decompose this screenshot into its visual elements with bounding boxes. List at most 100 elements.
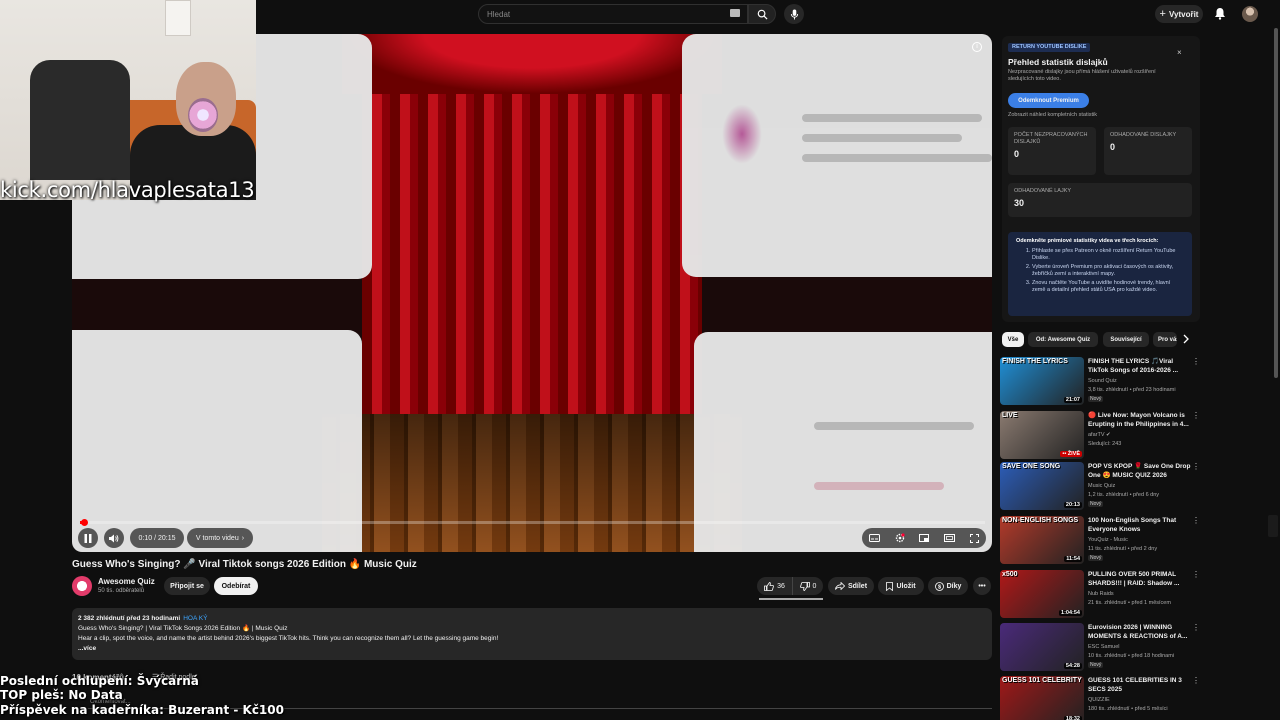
recommendation-item[interactable]: x500 1:04:54 PULLING OVER 500 PRIMAL SHARD… — [1000, 570, 1206, 620]
chip-from-channel[interactable]: Od: Awesome Quiz — [1028, 332, 1098, 347]
recommendation-item[interactable]: 54:28 Eurovision 2026 | WINNING MOMENTS &… — [1000, 623, 1206, 673]
extension-widget-icon[interactable] — [1268, 515, 1278, 537]
chevron-right-icon: › — [241, 534, 245, 542]
subscribe-button[interactable]: Odebírat — [214, 577, 258, 595]
more-vertical-icon[interactable]: ⋮ — [1192, 357, 1200, 366]
create-button[interactable]: + Vytvořit — [1155, 5, 1203, 23]
more-vertical-icon[interactable]: ⋮ — [1192, 676, 1200, 685]
recommendation-title[interactable]: Eurovision 2026 | WINNING MOMENTS & REAC… — [1088, 623, 1192, 641]
microphone-icon — [790, 9, 798, 19]
dislike-button[interactable]: 0 — [793, 577, 823, 595]
video-thumbnail[interactable]: NON-ENGLISH SONGS 11:54 — [1000, 516, 1084, 564]
new-badge: Nový — [1088, 396, 1104, 402]
recommendation-title[interactable]: 100 Non-English Songs That Everyone Know… — [1088, 516, 1192, 534]
thanks-button[interactable]: $ Díky — [928, 577, 968, 595]
more-vertical-icon[interactable]: ⋮ — [1192, 411, 1200, 420]
close-icon[interactable]: × — [1177, 48, 1182, 57]
like-button[interactable]: 36 — [757, 577, 793, 595]
more-vertical-icon[interactable]: ⋮ — [1192, 623, 1200, 632]
more-vertical-icon[interactable]: ⋮ — [1192, 516, 1200, 525]
pause-button[interactable] — [78, 528, 98, 548]
keyboard-icon[interactable] — [730, 9, 740, 17]
recommendation-item[interactable]: SAVE ONE SONG 20:13 POP VS KPOP 🌹 Save One… — [1000, 462, 1206, 512]
unlock-premium-button[interactable]: Odemknout Premium — [1008, 93, 1089, 108]
recommendation-title[interactable]: POP VS KPOP 🌹 Save One Drop One 😍 MUSIC … — [1088, 462, 1192, 480]
save-button[interactable]: Uložit — [878, 577, 924, 595]
progress-bar[interactable] — [80, 521, 985, 524]
chip-related[interactable]: Související — [1103, 332, 1149, 347]
preview-stats-link[interactable]: Zobrazit náhled kompletních statistik — [1008, 112, 1097, 118]
recommendation-title[interactable]: GUESS 101 CELEBRITIES IN 3 SECS 2025 — [1088, 676, 1192, 694]
join-button[interactable]: Připojit se — [164, 577, 210, 595]
theater-mode-icon[interactable] — [944, 534, 956, 542]
duration-badge: 11:54 — [1064, 556, 1082, 562]
chevron-right-icon[interactable] — [1182, 334, 1190, 344]
recommendation-channel[interactable]: Nub Raids — [1088, 591, 1114, 597]
time-text: 0:10 / 20:15 — [138, 534, 176, 542]
recommendation-channel[interactable]: QUIZZIE — [1088, 697, 1110, 703]
video-thumbnail[interactable]: SAVE ONE SONG 20:13 — [1000, 462, 1084, 510]
description-more-link[interactable]: ...více — [78, 644, 986, 654]
recommendation-item[interactable]: FINISH THE LYRICS 21:07 FINISH THE LYRICS … — [1000, 357, 1206, 407]
recommendation-meta: 11 tis. zhlédnutí • před 2 dny — [1088, 546, 1158, 552]
super-thanks-icon: $ — [934, 581, 944, 591]
recommendation-meta: 10 tis. zhlédnutí • před 18 hodinami — [1088, 653, 1175, 659]
stat-value: 0 — [1110, 142, 1116, 152]
recommendation-item[interactable]: LIVE •• ŽIVĚ 🔴 Live Now: Mayon Volcano is … — [1000, 411, 1206, 461]
recommendation-title[interactable]: PULLING OVER 500 PRIMAL SHARDS!!! | RAID… — [1088, 570, 1192, 588]
info-icon[interactable]: i — [972, 42, 982, 52]
user-avatar[interactable] — [1242, 6, 1258, 22]
recommendation-title[interactable]: 🔴 Live Now: Mayon Volcano is Erupting in… — [1088, 411, 1192, 429]
stat-raw-dislikes: POČET NEZPRACOVANÝCH DISLAJKŮ 0 — [1008, 127, 1096, 175]
stat-estimated-likes: ODHADOVANÉ LAJKY 30 — [1008, 183, 1192, 217]
bookmark-icon — [886, 581, 894, 591]
recommendation-channel[interactable]: afarTV ✔ — [1088, 432, 1111, 438]
recommendation-channel[interactable]: YouQuiz - Music — [1088, 537, 1128, 543]
save-label: Uložit — [896, 582, 916, 590]
recommendation-channel[interactable]: ESC Samuel — [1088, 644, 1120, 650]
more-vertical-icon[interactable]: ⋮ — [1192, 570, 1200, 579]
thumbnail-text: SAVE ONE SONG — [1002, 463, 1061, 470]
chip-all[interactable]: Vše — [1002, 332, 1024, 347]
voice-search-button[interactable] — [784, 4, 804, 24]
recommendation-meta: 1,2 tis. zhlédnutí • před 6 dny — [1088, 492, 1160, 498]
more-vertical-icon[interactable]: ⋮ — [1192, 462, 1200, 471]
settings-icon[interactable] — [895, 533, 905, 543]
stat-label: ODHADOVANÉ DISLAJKY — [1110, 132, 1177, 138]
video-thumbnail[interactable]: GUESS 101 CELEBRITY 18:32 — [1000, 676, 1084, 720]
step-item: Přihlaste se přes Patreon v okně rozšíře… — [1032, 248, 1184, 262]
fullscreen-icon[interactable] — [969, 533, 979, 543]
video-thumbnail[interactable]: LIVE •• ŽIVĚ — [1000, 411, 1084, 459]
share-button[interactable]: Sdílet — [828, 577, 874, 595]
recommendation-item[interactable]: NON-ENGLISH SONGS 11:54 100 Non-English So… — [1000, 516, 1206, 566]
chapter-button[interactable]: V tomto videu › — [187, 528, 253, 548]
stage-valance — [342, 34, 722, 94]
channel-name[interactable]: Awesome Quiz — [98, 577, 155, 586]
progress-scrubber[interactable] — [81, 519, 88, 526]
description-hashtag[interactable]: HOA KÝ — [183, 615, 207, 622]
player-right-controls — [862, 528, 986, 548]
new-badge: Nový — [1088, 501, 1104, 507]
video-thumbnail[interactable]: x500 1:04:54 — [1000, 570, 1084, 618]
more-actions-button[interactable]: ••• — [973, 577, 991, 595]
subtitles-icon[interactable] — [869, 534, 881, 542]
search-button[interactable] — [748, 4, 776, 24]
duration-badge: 54:28 — [1063, 663, 1082, 669]
video-description[interactable]: 2 382 zhlédnutí před 23 hodinami HOA KÝ G… — [72, 608, 992, 660]
recommendation-title[interactable]: FINISH THE LYRICS 🎵Viral TikTok Songs of… — [1088, 357, 1192, 375]
channel-avatar[interactable] — [72, 576, 92, 596]
notifications-button[interactable] — [1214, 7, 1226, 20]
chip-for-you[interactable]: Pro vás — [1153, 332, 1177, 347]
video-thumbnail[interactable]: FINISH THE LYRICS 21:07 — [1000, 357, 1084, 405]
recommendation-channel[interactable]: Music Quiz — [1088, 483, 1115, 489]
recommendation-meta: 3,8 tis. zhlédnutí • před 23 hodinami — [1088, 387, 1176, 393]
video-thumbnail[interactable]: 54:28 — [1000, 623, 1084, 671]
pause-icon — [84, 533, 92, 543]
volume-button[interactable] — [104, 528, 124, 548]
recommendation-item[interactable]: GUESS 101 CELEBRITY 18:32 GUESS 101 CELEBR… — [1000, 676, 1206, 720]
recommendation-channel[interactable]: Sound Quiz — [1088, 378, 1117, 384]
recommendation-meta: 180 tis. zhlédnutí • před 5 měsíci — [1088, 706, 1168, 712]
search-input[interactable]: Hledat — [478, 4, 748, 24]
miniplayer-icon[interactable] — [919, 534, 930, 542]
scrollbar[interactable] — [1274, 28, 1278, 378]
